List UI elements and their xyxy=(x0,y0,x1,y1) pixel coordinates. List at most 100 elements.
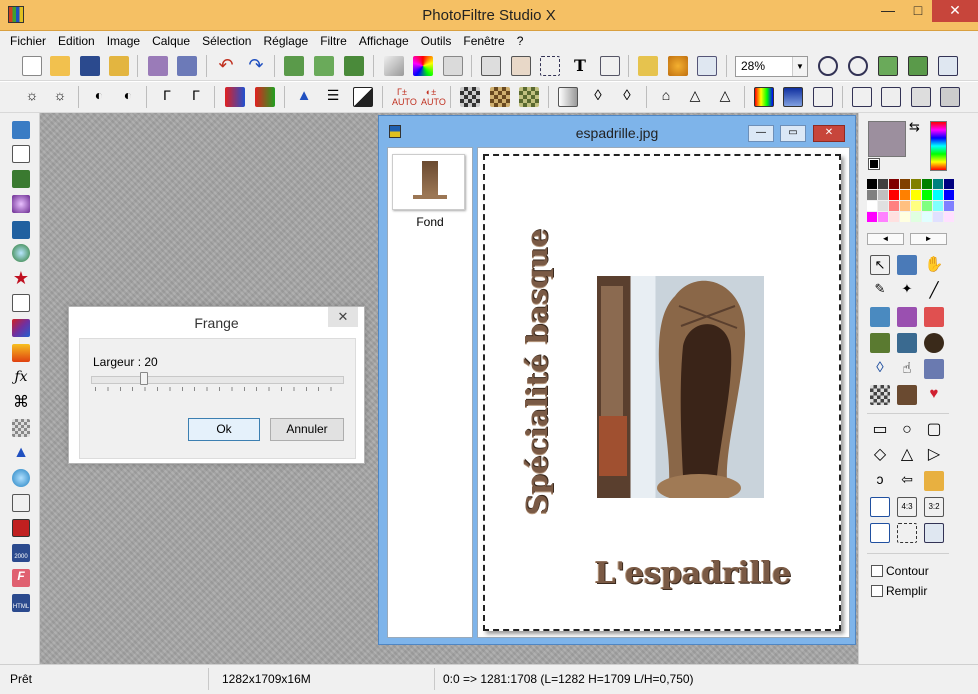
menu-reglage[interactable]: Réglage xyxy=(257,31,314,51)
save-2000-icon[interactable]: 2000 xyxy=(12,544,30,562)
gradient-icon[interactable] xyxy=(754,87,774,107)
deform-icon[interactable] xyxy=(870,385,890,405)
text-icon[interactable]: T xyxy=(570,56,590,76)
diamond-icon[interactable]: ◇ xyxy=(870,446,890,466)
ellipse-icon[interactable]: ○ xyxy=(897,421,917,441)
contrast-up-icon[interactable]: ◐ xyxy=(118,87,138,107)
menu-outils[interactable]: Outils xyxy=(415,31,458,51)
line-icon[interactable]: ╱ xyxy=(924,281,944,301)
rounded-rect-icon[interactable]: ▢ xyxy=(924,421,944,441)
screen-capture-icon[interactable] xyxy=(12,519,30,537)
ok-button[interactable]: Ok xyxy=(188,418,260,441)
monitor-icon[interactable] xyxy=(12,170,30,188)
palette-swatch[interactable] xyxy=(867,190,877,200)
edge-icon[interactable]: △ xyxy=(715,87,735,107)
palette-swatch[interactable] xyxy=(867,201,877,211)
smudge-icon[interactable]: ☝ xyxy=(897,359,917,379)
paste-new-icon[interactable] xyxy=(344,56,364,76)
menu-fichier[interactable]: Fichier xyxy=(0,31,52,51)
undo-icon[interactable]: ↶ xyxy=(216,56,236,76)
background-color-swatch[interactable] xyxy=(868,158,880,170)
remplir-checkbox[interactable] xyxy=(871,585,883,597)
auto-contrast-icon[interactable]: ◐± AUTO xyxy=(421,87,446,107)
dodge-icon[interactable] xyxy=(924,359,944,379)
hand-icon[interactable]: ✋ xyxy=(924,255,944,275)
palette-swatch[interactable] xyxy=(944,201,954,211)
book-icon[interactable] xyxy=(852,87,872,107)
open-folder-icon[interactable] xyxy=(50,56,70,76)
palette-swatch[interactable] xyxy=(900,179,910,189)
transform-icon[interactable] xyxy=(443,56,463,76)
gamma-up-icon[interactable]: Γ xyxy=(186,87,206,107)
palette-swatch[interactable] xyxy=(867,212,877,222)
copy-icon[interactable] xyxy=(314,56,334,76)
zoom-out-icon[interactable] xyxy=(848,56,868,76)
brightness-up-icon[interactable]: ☼ xyxy=(50,87,70,107)
brush-icon[interactable] xyxy=(870,333,890,353)
brightness-down-icon[interactable]: ☼ xyxy=(22,87,42,107)
palette-swatch[interactable] xyxy=(944,179,954,189)
menu-edition[interactable]: Edition xyxy=(52,31,101,51)
menu-image[interactable]: Image xyxy=(101,31,146,51)
palette-swatch[interactable] xyxy=(933,212,943,222)
contrast-down-icon[interactable]: ◐ xyxy=(89,87,109,107)
palette-swatch[interactable] xyxy=(944,212,954,222)
menu-fenetre[interactable]: Fenêtre xyxy=(457,31,510,51)
menu-selection[interactable]: Sélection xyxy=(196,31,257,51)
fill-bucket-icon[interactable] xyxy=(870,307,890,327)
ratio-3-2-icon[interactable]: 3:2 xyxy=(924,497,944,517)
actual-size-icon[interactable] xyxy=(908,56,928,76)
flip-vertical-icon[interactable] xyxy=(511,56,531,76)
palette-swatch[interactable] xyxy=(911,190,921,200)
rectangle-icon[interactable]: ▭ xyxy=(870,421,890,441)
palette-swatch[interactable] xyxy=(889,201,899,211)
menu-calque[interactable]: Calque xyxy=(146,31,196,51)
cloverleaf-icon[interactable]: ⌘ xyxy=(12,394,30,412)
new-file-icon[interactable] xyxy=(22,56,42,76)
book-open-icon[interactable] xyxy=(12,494,30,512)
minimize-button[interactable]: — xyxy=(873,0,903,22)
frame-icon[interactable] xyxy=(813,87,833,107)
open-shape-icon[interactable] xyxy=(924,471,944,491)
palette-swatch[interactable] xyxy=(922,179,932,189)
resize-icon[interactable] xyxy=(600,56,620,76)
crop-icon[interactable] xyxy=(540,56,560,76)
palette-swatch[interactable] xyxy=(933,190,943,200)
cancel-button[interactable]: Annuler xyxy=(270,418,344,441)
sharpen-drop-icon[interactable]: ◊ xyxy=(617,87,637,107)
plugins-icon[interactable] xyxy=(668,56,688,76)
foreground-color-swatch[interactable] xyxy=(868,121,906,157)
sky-gradient-icon[interactable] xyxy=(783,87,803,107)
chevron-down-icon[interactable]: ▼ xyxy=(792,57,807,76)
palette-swatch[interactable] xyxy=(889,179,899,189)
palette-swatch[interactable] xyxy=(944,190,954,200)
blur-drop-icon[interactable]: ◊ xyxy=(588,87,608,107)
magic-wand-icon[interactable]: ✦ xyxy=(897,281,917,301)
width-slider-track[interactable] xyxy=(91,376,344,384)
gradient-fill-icon[interactable] xyxy=(12,344,30,362)
layer-copy-icon[interactable] xyxy=(911,87,931,107)
relief-icon[interactable]: △ xyxy=(685,87,705,107)
levels-icon[interactable]: ▲ xyxy=(294,87,314,107)
document-icon[interactable] xyxy=(12,145,30,163)
globe-icon[interactable] xyxy=(12,244,30,262)
palette-swatch[interactable] xyxy=(911,212,921,222)
doc-minimize-button[interactable]: — xyxy=(748,125,774,142)
calculator-icon[interactable] xyxy=(12,121,30,139)
mosaic-icon[interactable] xyxy=(460,87,480,107)
layer-thumbnail[interactable] xyxy=(392,154,465,210)
save-html-icon[interactable]: HTML xyxy=(12,594,30,612)
triangle-icon[interactable]: △ xyxy=(897,446,917,466)
function-icon[interactable]: ƒx xyxy=(12,369,30,387)
palette-swatch[interactable] xyxy=(911,201,921,211)
invert-icon[interactable] xyxy=(353,87,373,107)
pointer-icon[interactable]: ↖ xyxy=(870,255,890,275)
crop-select-icon[interactable] xyxy=(897,523,917,543)
clone-icon[interactable] xyxy=(897,385,917,405)
doc-close-button[interactable]: ✕ xyxy=(813,125,845,142)
colors-icon[interactable] xyxy=(413,56,433,76)
palette-swatch[interactable] xyxy=(900,212,910,222)
stamp-icon[interactable] xyxy=(924,333,944,353)
page-icon[interactable] xyxy=(12,294,30,312)
grayscale-icon[interactable] xyxy=(384,56,404,76)
